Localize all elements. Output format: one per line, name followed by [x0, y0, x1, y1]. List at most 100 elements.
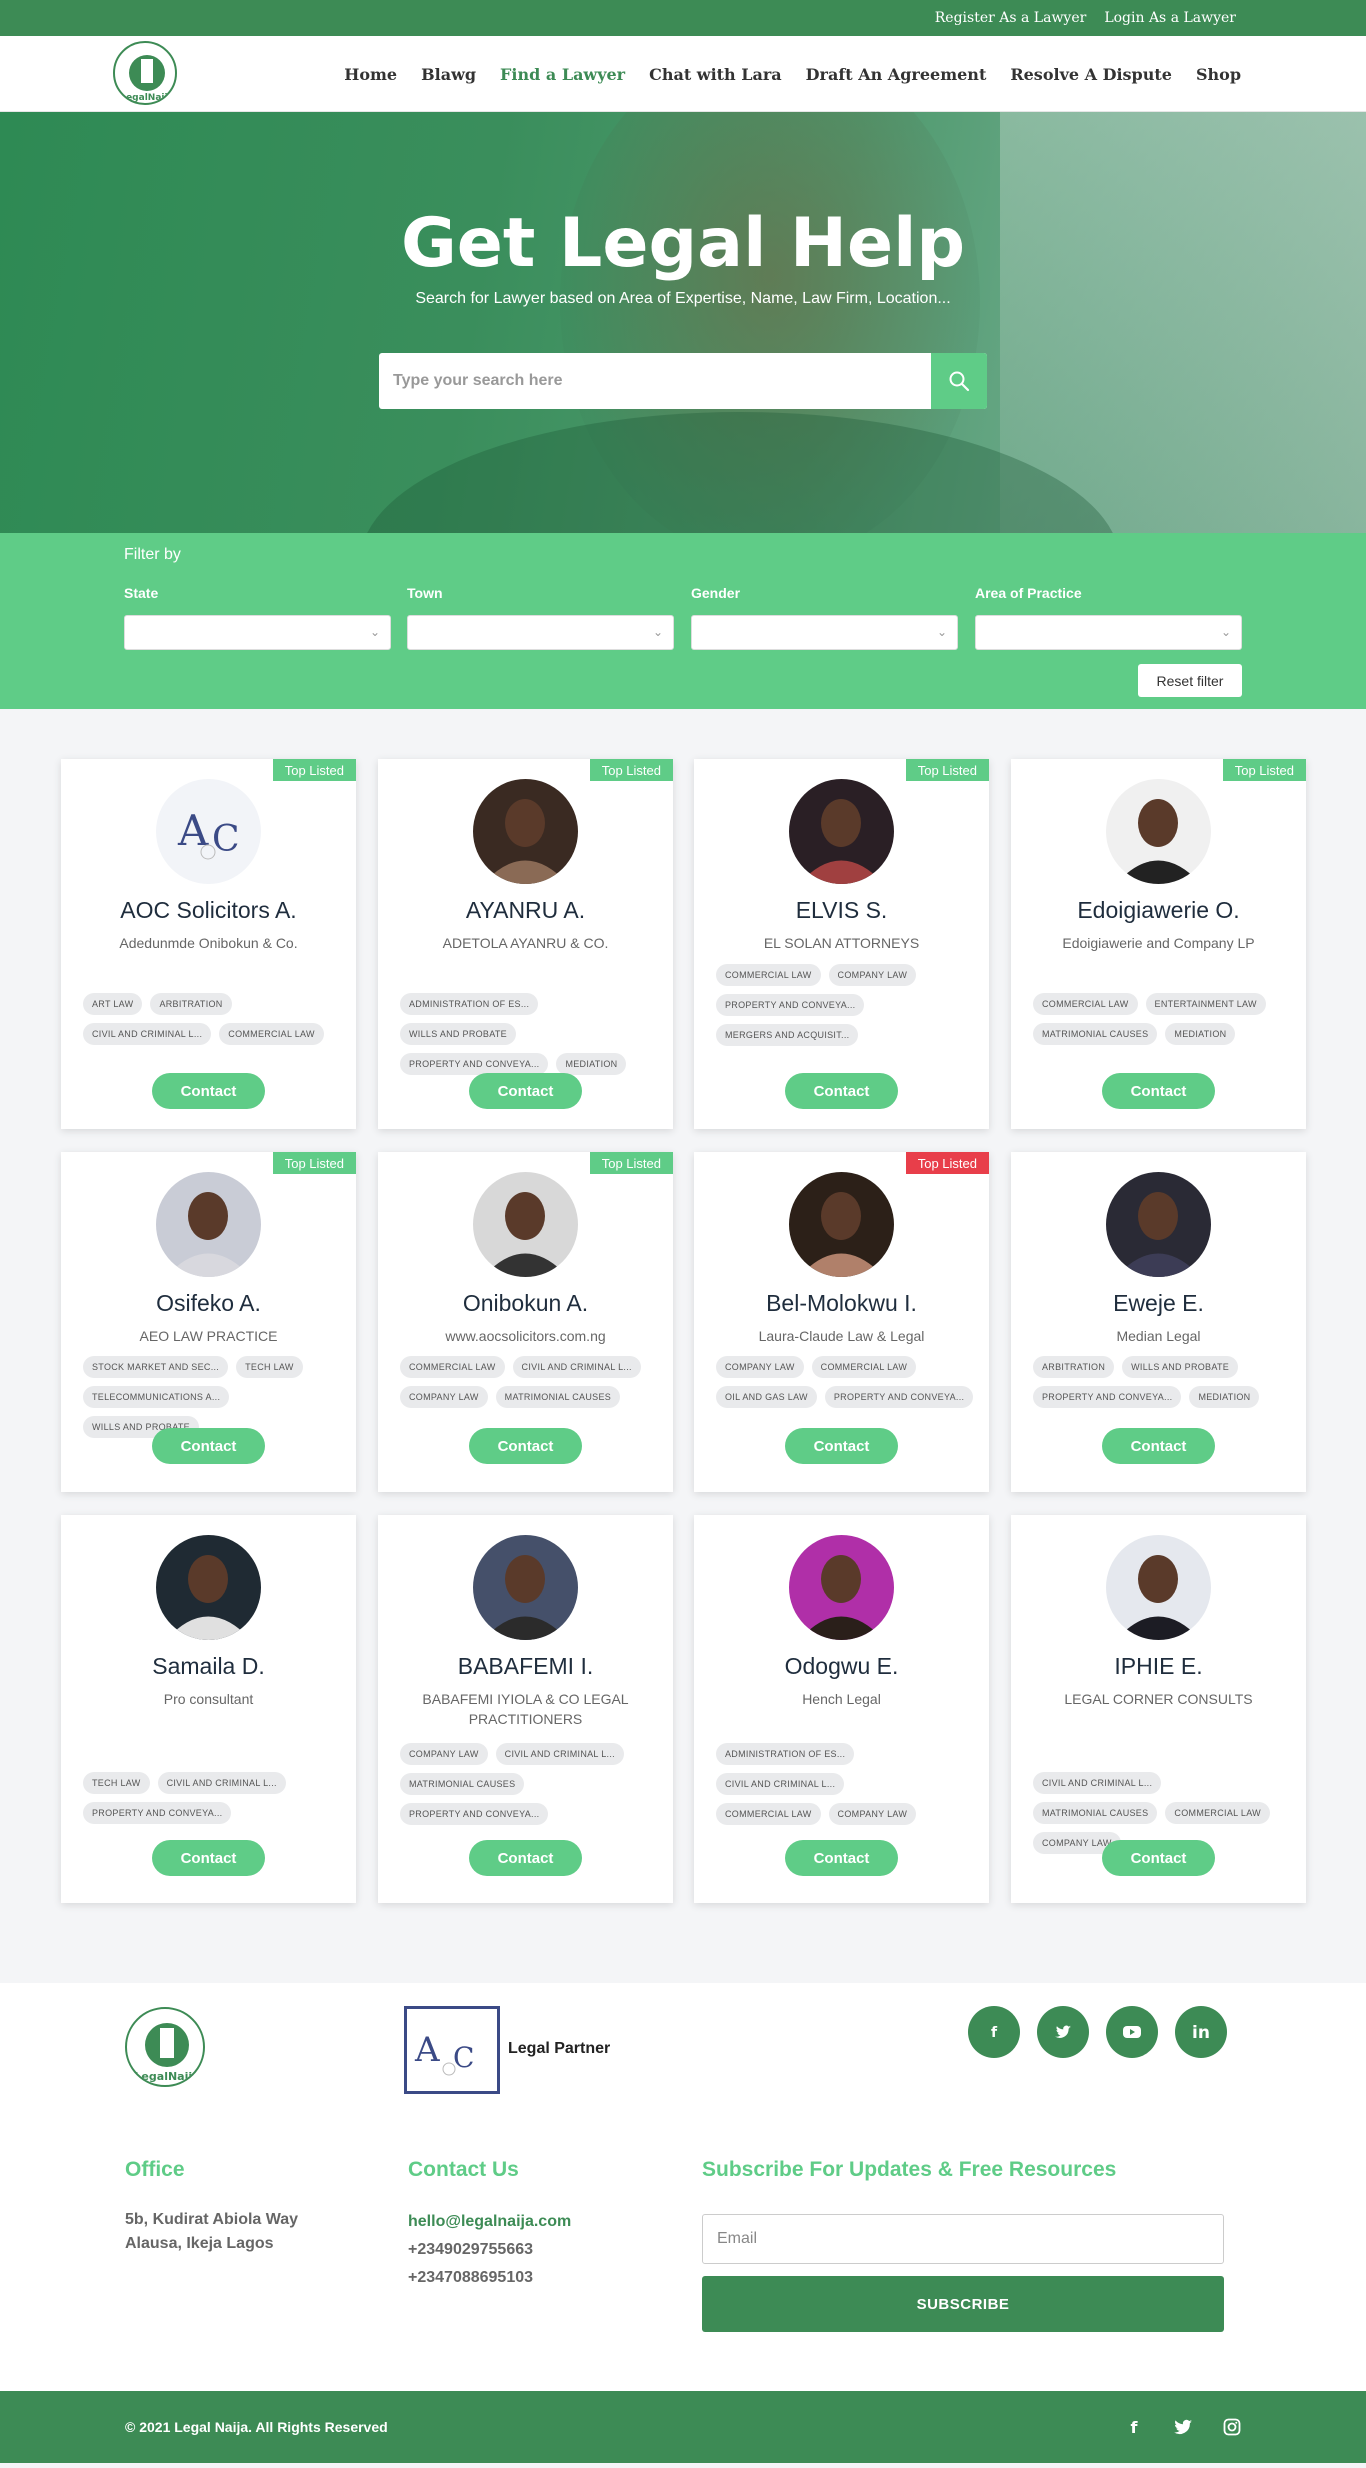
filter-panel: Filter by State ⌄ Town ⌄ Gender ⌄ Area o…: [0, 533, 1366, 709]
lawyer-card[interactable]: Odogwu E. Hench Legal ADMINISTRATION OF ES…: [694, 1515, 989, 1903]
search-button[interactable]: [931, 353, 987, 409]
top-listed-badge: Top Listed: [905, 759, 989, 781]
practice-area-tag: COMMERCIAL LAW: [400, 1356, 505, 1378]
lawyer-name[interactable]: AYANRU A.: [378, 897, 673, 924]
town-select[interactable]: ⌄: [407, 615, 674, 650]
lawyer-avatar[interactable]: [789, 779, 894, 884]
twitter-icon[interactable]: [1173, 2418, 1193, 2436]
filter-town: Town ⌄: [407, 585, 674, 650]
lawyer-name[interactable]: Odogwu E.: [694, 1653, 989, 1680]
lawyer-avatar[interactable]: [473, 1172, 578, 1277]
lawyer-name[interactable]: ELVIS S.: [694, 897, 989, 924]
filter-area-of-practice: Area of Practice ⌄: [975, 585, 1242, 650]
nav-draft-agreement[interactable]: Draft An Agreement: [806, 65, 987, 84]
lawyer-card[interactable]: Top Listed Onibokun A. www.aocsolicitors.c…: [378, 1152, 673, 1492]
subscribe-button[interactable]: SUBSCRIBE: [702, 2276, 1224, 2332]
svg-text:A: A: [177, 806, 209, 855]
twitter-icon[interactable]: [1037, 2006, 1089, 2058]
search-input[interactable]: Type your search here: [379, 353, 931, 409]
lawyer-firm: www.aocsolicitors.com.ng: [445, 1328, 606, 1344]
lawyer-avatar[interactable]: [1106, 1172, 1211, 1277]
contact-lawyer-button[interactable]: Contact: [152, 1073, 265, 1109]
facebook-icon[interactable]: f: [1125, 2418, 1143, 2436]
contact-lawyer-button[interactable]: Contact: [1102, 1073, 1215, 1109]
nav-resolve-dispute[interactable]: Resolve A Dispute: [1010, 65, 1172, 84]
practice-area-tag: COMPANY LAW: [400, 1743, 488, 1765]
contact-lawyer-button[interactable]: Contact: [152, 1428, 265, 1464]
login-lawyer-link[interactable]: Login As a Lawyer: [1104, 10, 1236, 26]
youtube-icon[interactable]: [1106, 2006, 1158, 2058]
facebook-icon[interactable]: f: [968, 2006, 1020, 2058]
contact-lawyer-button[interactable]: Contact: [469, 1428, 582, 1464]
area-of-practice-select[interactable]: ⌄: [975, 615, 1242, 650]
partner-logo[interactable]: A C: [404, 2006, 500, 2094]
contact-lawyer-button[interactable]: Contact: [469, 1840, 582, 1876]
lawyer-name[interactable]: Osifeko A.: [61, 1290, 356, 1317]
nav-find-a-lawyer[interactable]: Find a Lawyer: [500, 65, 625, 84]
lawyer-card[interactable]: Top Listed A C AOC Solicitors A. Adedunmde O…: [61, 759, 356, 1129]
lawyer-card[interactable]: Top Listed AYANRU A. ADETOLA AYANRU & CO. A…: [378, 759, 673, 1129]
office-address: 5b, Kudirat Abiola Way Alausa, Ikeja Lag…: [125, 2211, 299, 2252]
top-listed-badge: Top Listed: [589, 1152, 673, 1174]
contact-lawyer-button[interactable]: Contact: [152, 1840, 265, 1876]
footer-logo[interactable]: LegalNaija: [125, 2007, 205, 2087]
subscribe-email-input[interactable]: Email: [702, 2214, 1224, 2264]
lawyer-card[interactable]: Top Listed Edoigiawerie O. Edoigiawerie an…: [1011, 759, 1306, 1129]
lawyer-avatar[interactable]: [156, 1172, 261, 1277]
contact-email-link[interactable]: hello@legalnaija.com: [408, 2208, 571, 2236]
lawyer-name[interactable]: IPHIE E.: [1011, 1653, 1306, 1680]
gender-select[interactable]: ⌄: [691, 615, 958, 650]
practice-area-tags: TECH LAW CIVIL AND CRIMINAL L... PROPERTY …: [83, 1772, 343, 1824]
nav-blawg[interactable]: Blawg: [421, 65, 476, 84]
lawyer-name[interactable]: Bel-Molokwu I.: [694, 1290, 989, 1317]
lawyer-card[interactable]: Samaila D. Pro consultant TECH LAW CIVIL AN…: [61, 1515, 356, 1903]
nav-shop[interactable]: Shop: [1196, 65, 1241, 84]
top-listed-badge: Top Listed: [905, 1152, 989, 1174]
top-listed-badge: Top Listed: [1222, 759, 1306, 781]
register-lawyer-link[interactable]: Register As a Lawyer: [935, 10, 1087, 26]
lawyer-name[interactable]: BABAFEMI I.: [378, 1653, 673, 1680]
practice-area-tag: ENTERTAINMENT LAW: [1145, 993, 1266, 1015]
lawyer-card[interactable]: IPHIE E. LEGAL CORNER CONSULTS CIVIL AND C…: [1011, 1515, 1306, 1903]
contact-lawyer-button[interactable]: Contact: [785, 1073, 898, 1109]
lawyer-card[interactable]: Top Listed Osifeko A. AEO LAW PRACTICE STOC…: [61, 1152, 356, 1492]
instagram-icon[interactable]: [1223, 2418, 1241, 2436]
contact-phone-2[interactable]: +2347088695103: [408, 2264, 571, 2292]
practice-area-tag: CIVIL AND CRIMINAL L...: [512, 1356, 641, 1378]
contact-lawyer-button[interactable]: Contact: [1102, 1840, 1215, 1876]
contact-lawyer-button[interactable]: Contact: [1102, 1428, 1215, 1464]
practice-area-tag: COMMERCIAL LAW: [716, 1803, 821, 1825]
contact-lawyer-button[interactable]: Contact: [785, 1840, 898, 1876]
lawyer-name[interactable]: Samaila D.: [61, 1653, 356, 1680]
state-select[interactable]: ⌄: [124, 615, 391, 650]
lawyer-avatar[interactable]: AC: [156, 779, 261, 884]
contact-lawyer-button[interactable]: Contact: [469, 1073, 582, 1109]
lawyer-card[interactable]: Top Listed Bel-Molokwu I. Laura-Claude Law…: [694, 1152, 989, 1492]
lawyer-avatar[interactable]: [789, 1535, 894, 1640]
lawyer-avatar[interactable]: [473, 779, 578, 884]
lawyer-name[interactable]: AOC Solicitors A.: [61, 897, 356, 924]
contact-phone-1[interactable]: +2349029755663: [408, 2236, 571, 2264]
contact-lawyer-button[interactable]: Contact: [785, 1428, 898, 1464]
lawyer-avatar[interactable]: [789, 1172, 894, 1277]
lawyer-card[interactable]: Eweje E. Median Legal ARBITRATION WILLS AND…: [1011, 1152, 1306, 1492]
lawyer-name[interactable]: Eweje E.: [1011, 1290, 1306, 1317]
lawyer-avatar[interactable]: [1106, 1535, 1211, 1640]
lawyer-avatar[interactable]: [473, 1535, 578, 1640]
reset-filter-button[interactable]: Reset filter: [1138, 664, 1242, 697]
practice-area-tag: ARBITRATION: [150, 993, 232, 1015]
lawyer-card[interactable]: BABAFEMI I. BABAFEMI IYIOLA & CO LEGAL PR…: [378, 1515, 673, 1903]
lawyer-card[interactable]: Top Listed ELVIS S. EL SOLAN ATTORNEYS COMM…: [694, 759, 989, 1129]
legalnaija-logo[interactable]: LegalNaija: [113, 41, 177, 105]
nav-chat-with-lara[interactable]: Chat with Lara: [649, 65, 782, 84]
lawyer-name[interactable]: Onibokun A.: [378, 1290, 673, 1317]
practice-area-tags: COMPANY LAW COMMERCIAL LAW OIL AND GAS LAW…: [716, 1356, 976, 1408]
practice-area-tag: COMPANY LAW: [828, 1803, 917, 1825]
linkedin-icon[interactable]: in: [1175, 2006, 1227, 2058]
nav-home[interactable]: Home: [344, 65, 397, 84]
practice-area-tags: ART LAW ARBITRATION CIVIL AND CRIMINAL L..…: [83, 993, 343, 1045]
practice-area-tag: ARBITRATION: [1033, 1356, 1115, 1378]
lawyer-name[interactable]: Edoigiawerie O.: [1011, 897, 1306, 924]
lawyer-avatar[interactable]: [156, 1535, 261, 1640]
lawyer-avatar[interactable]: [1106, 779, 1211, 884]
